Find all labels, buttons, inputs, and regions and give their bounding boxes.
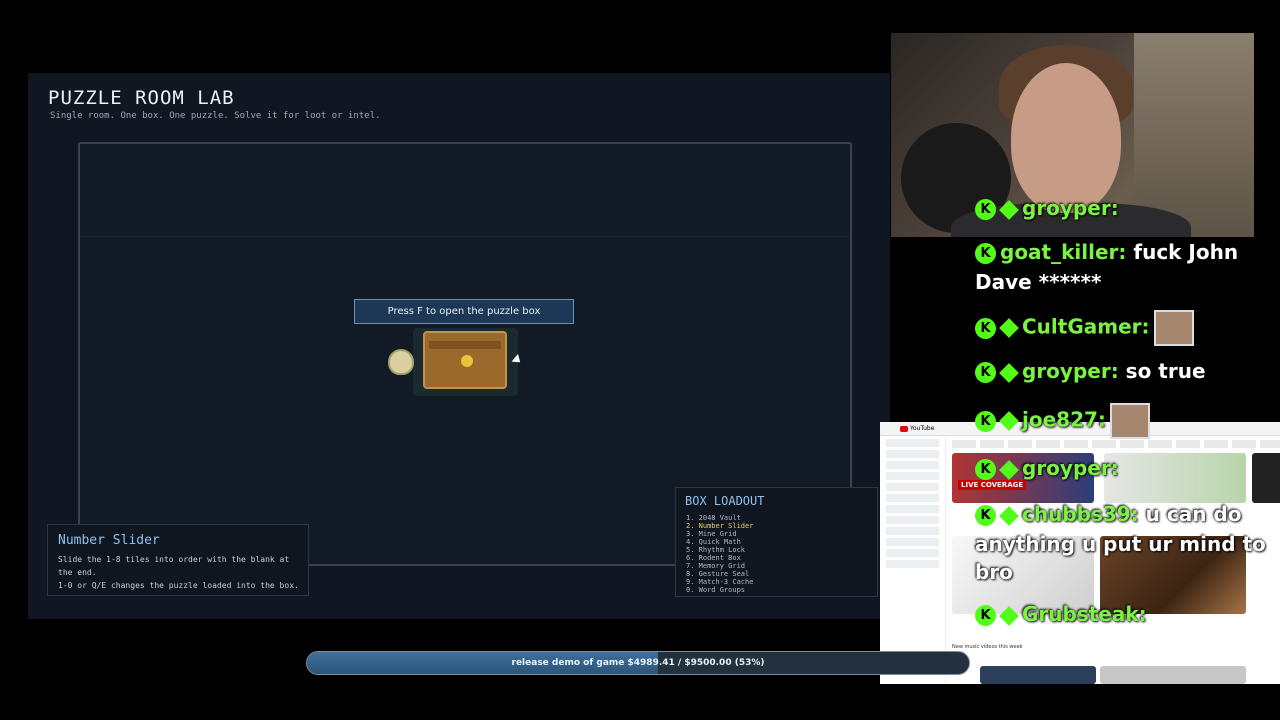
chat-username: goat_killer: xyxy=(1000,240,1127,264)
chest-lock-icon xyxy=(461,355,473,367)
streamer-face xyxy=(1011,63,1121,213)
sidebar-item[interactable] xyxy=(886,439,939,447)
chat-message: K Grubsteak: xyxy=(975,602,1147,626)
chat-username: chubbs39: xyxy=(1022,502,1139,526)
kick-badge-icon: K xyxy=(975,505,996,526)
puzzle-name: Number Slider xyxy=(58,533,160,548)
chat-username: groyper: xyxy=(1022,456,1119,480)
section-heading: New music videos this week xyxy=(952,644,1023,650)
sidebar-item[interactable] xyxy=(886,560,939,568)
kick-badge-icon: K xyxy=(975,459,996,480)
webcam-background xyxy=(1134,33,1254,237)
puzzle-description: Slide the 1-8 tiles into order with the … xyxy=(58,553,302,592)
sidebar-item[interactable] xyxy=(886,494,939,502)
subscriber-badge-icon xyxy=(999,411,1019,431)
kick-badge-icon: K xyxy=(975,362,996,383)
loadout-item[interactable]: 4. Quick Math xyxy=(686,538,753,546)
chat-message-continued: bro xyxy=(975,560,1013,584)
live-coverage-badge: LIVE COVERAGE xyxy=(958,480,1027,490)
game-subtitle: Single room. One box. One puzzle. Solve … xyxy=(50,111,381,121)
loadout-item[interactable]: 1. 2048 Vault xyxy=(686,514,753,522)
video-thumbnail[interactable] xyxy=(1100,666,1246,684)
chat-username: joe827: xyxy=(1022,407,1106,432)
subscriber-badge-icon xyxy=(999,459,1019,480)
chat-message: Kgroyper: xyxy=(975,456,1119,480)
loadout-title: BOX LOADOUT xyxy=(685,494,765,508)
subscriber-badge-icon xyxy=(999,505,1019,526)
loadout-item[interactable]: 3. Mine Grid xyxy=(686,530,753,538)
video-thumbnail[interactable] xyxy=(980,666,1096,684)
kick-badge-icon: K xyxy=(975,605,996,626)
sidebar-item[interactable] xyxy=(886,483,939,491)
kick-badge-icon: K xyxy=(975,199,996,220)
loadout-item[interactable]: 9. Match-3 Cache xyxy=(686,578,753,586)
chat-message: Kchubbs39: u can do xyxy=(975,502,1241,526)
sidebar-item[interactable] xyxy=(886,461,939,469)
kick-badge-icon: K xyxy=(975,317,996,339)
puzzle-controls-hint: 1-0 or Q/E changes the puzzle loaded int… xyxy=(58,581,299,590)
game-title: PUZZLE ROOM LAB xyxy=(48,87,235,109)
loadout-item[interactable]: 5. Rhythm Lock xyxy=(686,546,753,554)
video-thumbnail[interactable] xyxy=(1252,453,1280,503)
youtube-sidebar xyxy=(880,436,946,684)
chat-message: Kgroyper: xyxy=(975,196,1119,220)
loadout-item[interactable]: 0. Word Groups xyxy=(686,586,753,594)
chat-message-continued: anything u put ur mind to xyxy=(975,532,1266,556)
goal-label: release demo of game $4989.41 / $9500.00… xyxy=(511,658,765,668)
chat-message: K CultGamer: xyxy=(975,310,1194,346)
subscriber-badge-icon xyxy=(999,605,1019,626)
loadout-item[interactable]: 6. Rodent Box xyxy=(686,554,753,562)
subscriber-badge-icon xyxy=(999,318,1019,338)
chat-username: CultGamer: xyxy=(1022,314,1150,339)
chat-emote xyxy=(1153,310,1194,346)
chat-text: anything u put ur mind to xyxy=(975,532,1266,556)
box-loadout-panel: BOX LOADOUT 1. 2048 Vault 2. Number Slid… xyxy=(675,487,878,597)
loadout-item[interactable]: 7. Memory Grid xyxy=(686,562,753,570)
sidebar-item[interactable] xyxy=(886,549,939,557)
youtube-filter-chips[interactable] xyxy=(952,440,1280,448)
sidebar-item[interactable] xyxy=(886,516,939,524)
loadout-list: 1. 2048 Vault 2. Number Slider 3. Mine G… xyxy=(686,514,753,594)
kick-badge-icon: K xyxy=(975,243,996,264)
sidebar-item[interactable] xyxy=(886,472,939,480)
player-character xyxy=(388,349,414,375)
game-window: PUZZLE ROOM LAB Single room. One box. On… xyxy=(28,73,890,619)
puzzle-instructions: Slide the 1-8 tiles into order with the … xyxy=(58,555,290,577)
chat-text: Dave ****** xyxy=(975,270,1102,294)
chat-message: Kjoe827: xyxy=(975,403,1150,439)
chat-text: so true xyxy=(1125,359,1206,383)
sidebar-item[interactable] xyxy=(886,450,939,458)
video-thumbnail[interactable] xyxy=(1104,453,1246,503)
chat-username: groyper: xyxy=(1022,196,1119,220)
subscriber-badge-icon xyxy=(999,362,1019,383)
puzzle-box-chest[interactable] xyxy=(423,331,507,389)
youtube-logo[interactable]: YouTube xyxy=(900,425,934,432)
kick-badge-icon: K xyxy=(975,410,996,432)
donation-goal-bar: release demo of game $4989.41 / $9500.00… xyxy=(306,651,970,675)
chat-username: groyper: xyxy=(1022,359,1119,383)
chat-message: Kgoat_killer: fuck John xyxy=(975,240,1238,264)
chat-text: bro xyxy=(975,560,1013,584)
chat-message: Kgroyper: so true xyxy=(975,359,1206,383)
puzzle-info-panel: Number Slider Slide the 1-8 tiles into o… xyxy=(47,524,309,596)
chest-lid xyxy=(429,341,501,349)
chat-username: Grubsteak: xyxy=(1022,602,1147,626)
loadout-item-selected[interactable]: 2. Number Slider xyxy=(686,522,753,530)
open-box-prompt: Press F to open the puzzle box xyxy=(354,299,574,324)
chat-message-continued: Dave ****** xyxy=(975,270,1101,294)
stream-layout: PUZZLE ROOM LAB Single room. One box. On… xyxy=(0,0,1280,720)
chat-emote xyxy=(1109,403,1150,439)
chat-text: u can do xyxy=(1145,502,1242,526)
sidebar-item[interactable] xyxy=(886,527,939,535)
sidebar-item[interactable] xyxy=(886,505,939,513)
chat-text: fuck John xyxy=(1133,240,1239,264)
subscriber-badge-icon xyxy=(999,199,1019,220)
room-wall-line xyxy=(80,236,850,237)
loadout-item[interactable]: 8. Gesture Seal xyxy=(686,570,753,578)
sidebar-item[interactable] xyxy=(886,538,939,546)
